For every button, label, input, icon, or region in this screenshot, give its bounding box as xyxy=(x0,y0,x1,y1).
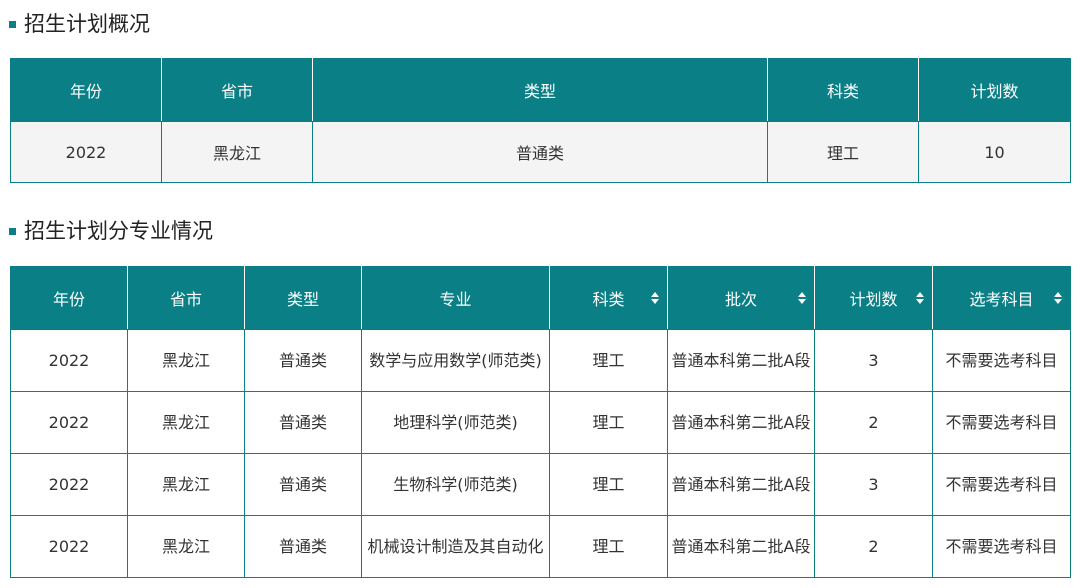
cell-plan-count: 3 xyxy=(814,329,933,392)
cell-batch: 普通本科第二批A段 xyxy=(667,515,815,578)
cell-type: 普通类 xyxy=(244,391,362,454)
overview-header-type: 类型 xyxy=(312,58,768,122)
overview-header-category: 科类 xyxy=(767,58,919,122)
sort-updown-icon[interactable] xyxy=(651,292,659,304)
overview-header-plan-count: 计划数 xyxy=(918,58,1071,122)
cell-subjects: 不需要选考科目 xyxy=(932,391,1071,454)
detail-header-row: 年份 省市 类型 专业 科类 批次 计划数 选考科目 xyxy=(10,266,1071,330)
cell-major: 数学与应用数学(师范类) xyxy=(361,329,550,392)
detail-header-plan-count[interactable]: 计划数 xyxy=(814,266,933,330)
overview-cell-category: 理工 xyxy=(767,121,919,183)
overview-cell-year: 2022 xyxy=(10,121,162,183)
sort-updown-icon[interactable] xyxy=(798,292,806,304)
cell-year: 2022 xyxy=(10,329,128,392)
cell-batch: 普通本科第二批A段 xyxy=(667,391,815,454)
cell-subjects: 不需要选考科目 xyxy=(932,329,1071,392)
cell-province: 黑龙江 xyxy=(127,329,245,392)
cell-province: 黑龙江 xyxy=(127,391,245,454)
cell-year: 2022 xyxy=(10,515,128,578)
overview-header-row: 年份 省市 类型 科类 计划数 xyxy=(10,58,1071,122)
overview-section-title: 招生计划概况 xyxy=(9,10,150,38)
cell-major: 地理科学(师范类) xyxy=(361,391,550,454)
overview-cell-plan-count: 10 xyxy=(918,121,1071,183)
cell-province: 黑龙江 xyxy=(127,515,245,578)
cell-type: 普通类 xyxy=(244,515,362,578)
table-row: 2022 黑龙江 普通类 生物科学(师范类) 理工 普通本科第二批A段 3 不需… xyxy=(10,453,1071,516)
overview-header-year: 年份 xyxy=(10,58,162,122)
table-row: 2022 黑龙江 普通类 理工 10 xyxy=(10,121,1071,183)
cell-plan-count: 3 xyxy=(814,453,933,516)
cell-plan-count: 2 xyxy=(814,391,933,454)
cell-plan-count: 2 xyxy=(814,515,933,578)
cell-batch: 普通本科第二批A段 xyxy=(667,329,815,392)
detail-header-major: 专业 xyxy=(361,266,550,330)
detail-header-category[interactable]: 科类 xyxy=(549,266,668,330)
cell-type: 普通类 xyxy=(244,329,362,392)
overview-cell-type: 普通类 xyxy=(312,121,768,183)
cell-category: 理工 xyxy=(549,453,668,516)
detail-header-batch-label: 批次 xyxy=(724,290,757,309)
detail-header-type: 类型 xyxy=(244,266,362,330)
detail-header-subjects[interactable]: 选考科目 xyxy=(932,266,1071,330)
detail-header-subjects-label: 选考科目 xyxy=(969,290,1034,309)
cell-subjects: 不需要选考科目 xyxy=(932,453,1071,516)
cell-subjects: 不需要选考科目 xyxy=(932,515,1071,578)
detail-section-title: 招生计划分专业情况 xyxy=(9,217,213,245)
table-row: 2022 黑龙江 普通类 数学与应用数学(师范类) 理工 普通本科第二批A段 3… xyxy=(10,329,1071,392)
table-row: 2022 黑龙江 普通类 机械设计制造及其自动化 理工 普通本科第二批A段 2 … xyxy=(10,515,1071,578)
cell-major: 生物科学(师范类) xyxy=(361,453,550,516)
detail-header-year: 年份 xyxy=(10,266,128,330)
detail-title-text: 招生计划分专业情况 xyxy=(24,219,213,243)
cell-year: 2022 xyxy=(10,453,128,516)
overview-cell-province: 黑龙江 xyxy=(161,121,313,183)
table-row: 2022 黑龙江 普通类 地理科学(师范类) 理工 普通本科第二批A段 2 不需… xyxy=(10,391,1071,454)
detail-table: 年份 省市 类型 专业 科类 批次 计划数 选考科目 2022 黑龙江 普通类 … xyxy=(10,266,1071,578)
cell-category: 理工 xyxy=(549,391,668,454)
square-bullet-icon xyxy=(9,20,16,28)
cell-category: 理工 xyxy=(549,329,668,392)
overview-header-province: 省市 xyxy=(161,58,313,122)
sort-updown-icon[interactable] xyxy=(1054,292,1062,304)
square-bullet-icon xyxy=(9,227,16,235)
detail-header-category-label: 科类 xyxy=(592,290,625,309)
cell-major: 机械设计制造及其自动化 xyxy=(361,515,550,578)
sort-updown-icon[interactable] xyxy=(916,292,924,304)
cell-category: 理工 xyxy=(549,515,668,578)
cell-year: 2022 xyxy=(10,391,128,454)
overview-table: 年份 省市 类型 科类 计划数 2022 黑龙江 普通类 理工 10 xyxy=(10,58,1071,183)
overview-title-text: 招生计划概况 xyxy=(24,12,150,36)
cell-batch: 普通本科第二批A段 xyxy=(667,453,815,516)
cell-type: 普通类 xyxy=(244,453,362,516)
detail-header-province: 省市 xyxy=(127,266,245,330)
detail-header-plan-count-label: 计划数 xyxy=(849,290,898,309)
cell-province: 黑龙江 xyxy=(127,453,245,516)
detail-header-batch[interactable]: 批次 xyxy=(667,266,815,330)
